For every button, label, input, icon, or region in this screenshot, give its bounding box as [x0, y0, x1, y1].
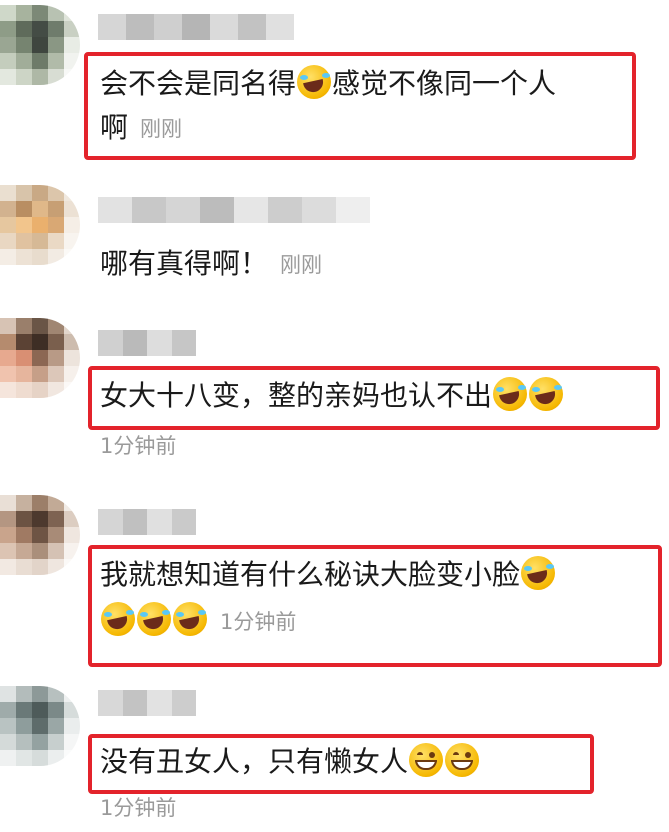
comment-text-line2: 啊刚刚	[100, 111, 183, 144]
comment-text: 会不会是同名得 感觉不像同一个人	[100, 65, 557, 100]
timestamp: 1分钟前	[100, 796, 177, 820]
comment-text: 我就想知道有什么秘诀大脸变小脸	[100, 555, 556, 595]
comment-item: 我就想知道有什么秘诀大脸变小脸 1分钟前	[0, 485, 669, 680]
timestamp: 刚刚	[280, 253, 323, 277]
comment-text: 女大十八变，整的亲妈也认不出	[100, 376, 564, 416]
timestamp: 1分钟前	[220, 610, 297, 634]
grin-emoji	[409, 743, 444, 777]
comment-item: 女大十八变，整的亲妈也认不出 1分钟前	[0, 310, 669, 485]
comment-item: 会不会是同名得 感觉不像同一个人 啊刚刚	[0, 0, 669, 170]
avatar[interactable]	[0, 185, 80, 265]
avatar[interactable]	[0, 318, 80, 398]
laugh-cry-emoji	[297, 65, 332, 99]
username-blurred[interactable]	[98, 197, 370, 223]
grin-emoji	[445, 743, 480, 777]
comment-item: 哪有真得啊！ 刚刚	[0, 170, 669, 310]
comment-text: 没有丑女人，只有懒女人	[100, 742, 480, 782]
username-blurred[interactable]	[98, 690, 196, 716]
laugh-cry-emoji	[493, 377, 528, 411]
timestamp-line: 1分钟前	[100, 792, 176, 822]
avatar[interactable]	[0, 495, 80, 575]
laugh-cry-emoji	[529, 377, 564, 411]
avatar[interactable]	[0, 686, 80, 766]
laugh-cry-emoji	[521, 556, 556, 590]
laugh-cry-emoji	[137, 602, 171, 636]
timestamp-line: 1分钟前	[100, 430, 176, 460]
username-blurred[interactable]	[98, 330, 196, 356]
username-blurred[interactable]	[98, 509, 196, 535]
comment-text: 哪有真得啊！ 刚刚	[100, 247, 323, 280]
username-blurred[interactable]	[98, 14, 294, 40]
comment-item: 没有丑女人，只有懒女人 1分钟前	[0, 680, 669, 832]
timestamp: 刚刚	[140, 117, 183, 141]
timestamp: 1分钟前	[100, 434, 177, 458]
laugh-cry-emoji	[173, 602, 207, 636]
comment-text-line2: 1分钟前	[100, 601, 296, 642]
laugh-cry-emoji	[101, 602, 135, 636]
avatar[interactable]	[0, 5, 80, 85]
